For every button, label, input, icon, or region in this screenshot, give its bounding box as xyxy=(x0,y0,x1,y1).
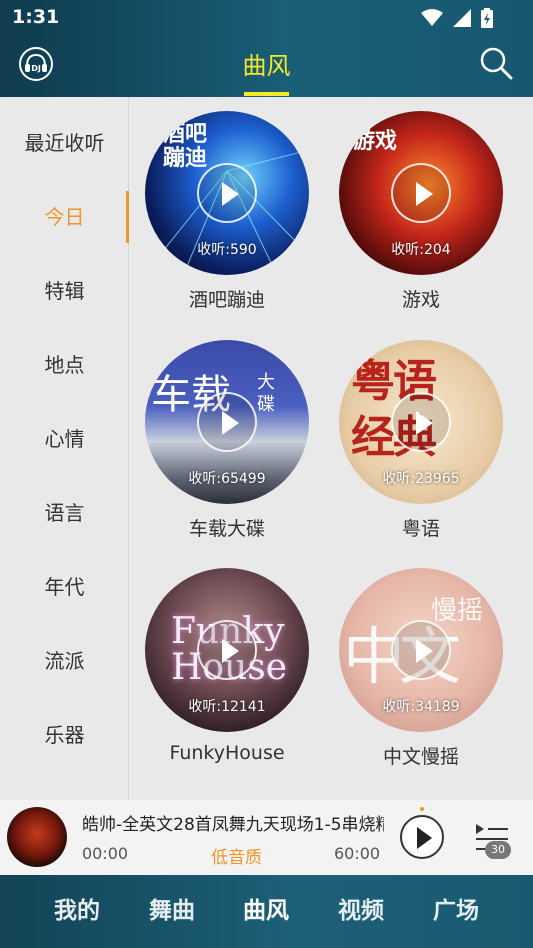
listen-count: 收听:12141 xyxy=(188,699,266,715)
style-cover[interactable]: 粤语 经典 收听:23965 xyxy=(339,340,503,504)
now-playing-cover[interactable] xyxy=(7,807,67,867)
total-time: 60:00 xyxy=(334,844,381,863)
sidebar-item-recent[interactable]: 最近收听 xyxy=(0,117,129,169)
sidebar-item-mood[interactable]: 心情 xyxy=(0,413,129,465)
play-icon[interactable] xyxy=(391,163,451,223)
style-card[interactable]: Funky House 收听:12141 FunkyHouse xyxy=(145,568,309,764)
app-header: 1:31 DJ 曲风 xyxy=(0,0,533,97)
style-card[interactable]: 车载 大碟 收听:65499 车载大碟 xyxy=(145,340,309,541)
card-label: 车载大碟 xyxy=(188,518,265,540)
style-cover[interactable]: 酒吧 蹦迪 收听:590 xyxy=(145,111,309,275)
sidebar-item-special[interactable]: 特辑 xyxy=(0,265,129,317)
nav-mine[interactable]: 我的 xyxy=(29,875,125,948)
playlist-count-badge: 30 xyxy=(485,841,511,859)
card-label: 粤语 xyxy=(401,518,440,540)
nav-dance[interactable]: 舞曲 xyxy=(124,875,220,948)
card-label: 中文慢摇 xyxy=(382,746,459,768)
listen-count: 收听:23965 xyxy=(382,471,460,487)
status-time: 1:31 xyxy=(12,6,60,28)
sidebar-item-today[interactable]: 今日 xyxy=(0,191,129,243)
listen-count: 收听:34189 xyxy=(382,699,460,715)
style-cover[interactable]: 中文 慢摇 收听:34189 xyxy=(339,568,503,732)
status-bar: 1:31 xyxy=(0,0,533,36)
sidebar-item-era[interactable]: 年代 xyxy=(0,561,129,613)
wifi-icon xyxy=(421,9,443,26)
card-label: 酒吧蹦迪 xyxy=(188,289,265,311)
style-cover[interactable]: Funky House 收听:12141 xyxy=(145,568,309,732)
card-label: FunkyHouse xyxy=(169,742,285,764)
card-label: 游戏 xyxy=(401,289,440,311)
play-icon[interactable] xyxy=(197,392,257,452)
sidebar-item-genre[interactable]: 流派 xyxy=(0,635,129,687)
listen-count: 收听:204 xyxy=(391,242,451,258)
battery-icon xyxy=(481,8,493,28)
listen-count: 收听:590 xyxy=(197,242,257,258)
mini-player: 皓帅-全英文28首凤舞九天现场1-5串烧精选 00:00 低音质 60:00 xyxy=(0,800,533,875)
style-cover[interactable]: 游戏 收听:204 xyxy=(339,111,503,275)
search-icon[interactable] xyxy=(479,46,513,80)
elapsed-time: 00:00 xyxy=(82,844,129,863)
style-card[interactable]: 粤语 经典 收听:23965 粤语 xyxy=(339,340,503,541)
style-card[interactable]: 游戏 收听:204 游戏 xyxy=(339,111,503,312)
status-icons xyxy=(421,8,493,28)
listen-count: 收听:65499 xyxy=(188,471,266,487)
nav-style[interactable]: 曲风 xyxy=(218,875,314,948)
style-card[interactable]: 酒吧 蹦迪 收听:590 酒吧蹦迪 xyxy=(145,111,309,312)
progress-indicator xyxy=(420,807,424,811)
play-pause-button[interactable] xyxy=(400,815,444,859)
bottom-nav: 我的 舞曲 曲风 视频 广场 xyxy=(0,875,533,948)
play-icon[interactable] xyxy=(391,392,451,452)
style-grid: 酒吧 蹦迪 收听:590 酒吧蹦迪 游戏 收听:204 游戏 车载 大碟 收听:6… xyxy=(130,97,533,800)
sidebar-item-location[interactable]: 地点 xyxy=(0,339,129,391)
style-cover[interactable]: 车载 大碟 收听:65499 xyxy=(145,340,309,504)
nav-video[interactable]: 视频 xyxy=(313,875,409,948)
sidebar-item-instrument[interactable]: 乐器 xyxy=(0,709,129,761)
category-sidebar: 最近收听 今日 特辑 地点 心情 语言 年代 流派 乐器 xyxy=(0,97,129,800)
play-icon[interactable] xyxy=(197,163,257,223)
page-title: 曲风 xyxy=(242,52,291,80)
quality-toggle[interactable]: 低音质 xyxy=(211,843,262,868)
signal-icon xyxy=(453,9,471,27)
nav-square[interactable]: 广场 xyxy=(408,875,504,948)
play-icon[interactable] xyxy=(197,620,257,680)
play-icon[interactable] xyxy=(391,620,451,680)
style-card[interactable]: 中文 慢摇 收听:34189 中文慢摇 xyxy=(339,568,503,769)
now-playing-title[interactable]: 皓帅-全英文28首凤舞九天现场1-5串烧精选 xyxy=(82,810,384,835)
sidebar-item-language[interactable]: 语言 xyxy=(0,487,129,539)
title-underline xyxy=(244,92,289,96)
